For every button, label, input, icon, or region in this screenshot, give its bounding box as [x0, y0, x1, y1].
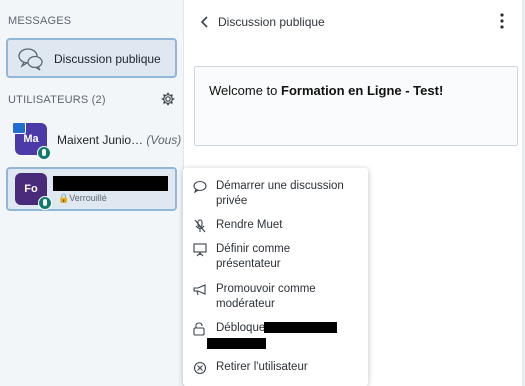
locked-status: 🔒Verrouillé — [58, 193, 107, 203]
public-chat-item[interactable]: Discussion publique — [6, 38, 177, 78]
user-name-text: Maixent Junio… — [57, 133, 144, 147]
chat-bubble-icon — [193, 180, 207, 198]
public-chat-label: Discussion publique — [54, 52, 161, 66]
user-context-menu: Démarrer une discussion privée Rendre Mu… — [183, 168, 368, 386]
welcome-bold: Formation en Ligne - Test — [281, 83, 439, 98]
chat-title[interactable]: Discussion publique — [218, 15, 325, 29]
gear-icon[interactable] — [161, 92, 175, 111]
microphone-icon — [38, 196, 52, 210]
redacted-name-line1 — [264, 322, 337, 333]
you-label: (Vous) — [146, 133, 182, 147]
menu-label: Retirer l'utilisateur — [216, 361, 308, 373]
menu-label: Démarrer une discussion privée — [216, 180, 344, 207]
more-vertical-icon[interactable] — [497, 12, 507, 35]
presentation-icon — [193, 243, 207, 262]
remove-circle-icon — [193, 361, 207, 380]
chevron-left-icon[interactable] — [200, 15, 210, 34]
welcome-text: Welcome to Formation en Ligne - Test! — [209, 83, 443, 98]
mic-off-icon — [193, 219, 207, 238]
user-row-self[interactable]: Ma Maixent Junio… (Vous) — [6, 117, 181, 161]
sidebar: MESSAGES Discussion publique UTILISATEUR… — [0, 0, 184, 386]
chat-bubbles-icon — [18, 47, 44, 76]
unlock-icon — [193, 322, 205, 341]
welcome-message: Welcome to Formation en Ligne - Test! — [194, 66, 518, 146]
menu-label: Définir comme présentateur — [216, 243, 291, 270]
microphone-icon — [37, 146, 51, 160]
presenter-icon — [12, 122, 26, 134]
messages-section-title: MESSAGES — [8, 15, 72, 27]
redacted-name-line2 — [207, 338, 266, 349]
welcome-suffix: ! — [438, 83, 444, 98]
welcome-prefix: Welcome to — [209, 83, 282, 98]
users-section-title: UTILISATEURS (2) — [8, 94, 106, 106]
redacted-username — [53, 176, 168, 191]
user-row-selected[interactable]: Fo 🔒Verrouillé — [6, 167, 177, 211]
user-name: Maixent Junio… (Vous) — [57, 133, 181, 147]
menu-label: Promouvoir comme modérateur — [216, 283, 316, 310]
megaphone-icon — [193, 283, 207, 301]
menu-label: Rendre Muet — [216, 219, 283, 231]
